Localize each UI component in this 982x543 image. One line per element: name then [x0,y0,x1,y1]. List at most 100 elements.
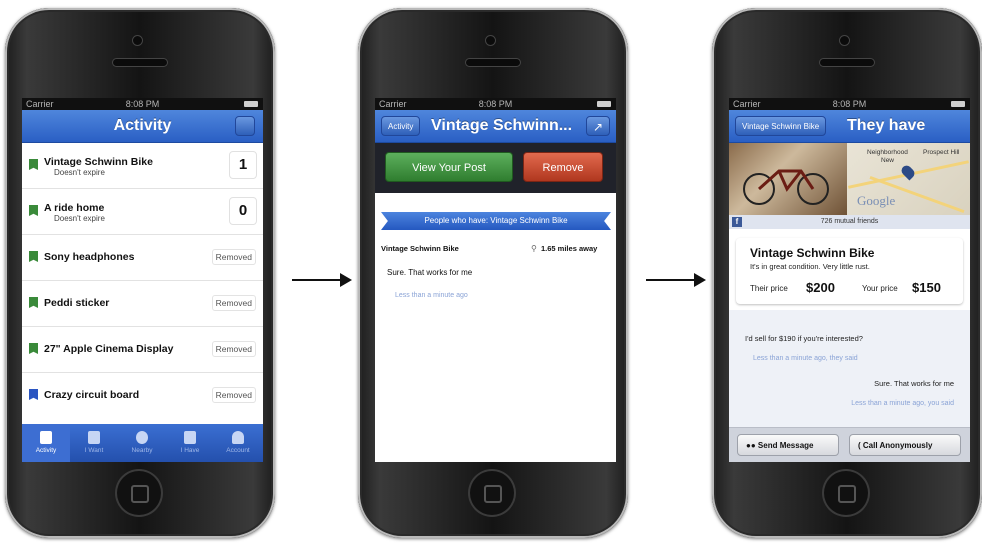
item-card: Vintage Schwinn Bike It's in great condi… [736,238,963,304]
removed-badge: Removed [211,295,256,311]
message-thread: I'd sell for $190 if you're interested? … [729,310,970,428]
tab-i-have[interactable]: I Have [166,424,214,462]
item-count: 0 [229,197,257,225]
front-camera [486,36,495,45]
nav-bar: Activity [22,110,263,143]
compose-button[interactable] [235,116,255,136]
message-text[interactable]: Sure. That works for me [387,268,472,277]
list-item[interactable]: 27" Apple Cinema Display Removed [22,327,263,373]
send-message-button[interactable]: ●● Send Message [737,434,839,456]
photo-strip: Neighborhood New Prospect Hill Google [729,143,970,215]
phone-3: Carrier 8:08 PM Vintage Schwinn Bike The… [712,8,982,538]
item-name: Peddi sticker [44,297,110,309]
bike-photo[interactable] [729,143,847,215]
status-time: 8:08 PM [832,99,867,109]
tab-label: I Want [84,447,104,454]
flag-icon [29,159,38,170]
list-item[interactable]: Peddi sticker Removed [22,281,263,327]
tab-label: I Have [180,447,200,454]
people-ribbon: People who have: Vintage Schwinn Bike [381,212,611,230]
list-item[interactable]: Vintage Schwinn Bike Doesn't expire 1 [22,143,263,189]
removed-badge: Removed [211,249,256,265]
flow-arrow-2 [646,273,706,287]
tab-nearby[interactable]: Nearby [118,424,166,462]
tag-icon [184,431,196,444]
bicycle-icon [743,169,829,205]
your-price-label: Your price [862,284,898,293]
item-name: Vintage Schwinn Bike [44,156,153,168]
flag-icon [29,205,38,216]
back-button[interactable]: Vintage Schwinn Bike [735,116,827,136]
item-name: A ride home [44,202,105,214]
map-thumbnail[interactable]: Neighborhood New Prospect Hill Google [847,143,970,215]
home-button[interactable] [824,471,868,515]
status-time: 8:08 PM [125,99,160,109]
offer-screen: Carrier 8:08 PM Vintage Schwinn Bike The… [729,98,970,462]
page-title: Activity [113,117,172,134]
nav-bar: Activity Vintage Schwinn... ↗ [375,110,616,143]
speaker-grille [466,59,520,66]
map-label: Prospect Hill [923,149,960,156]
tab-activity[interactable]: Activity [22,424,70,462]
front-camera [133,36,142,45]
chat-icon: ●● [746,441,756,450]
map-label: Neighborhood [867,149,908,156]
call-label: Call Anonymously [862,441,933,450]
message-timestamp: Less than a minute ago, you said [851,400,954,407]
activity-list: Vintage Schwinn Bike Doesn't expire 1 A … [22,143,263,424]
their-price-label: Their price [750,284,788,293]
tab-label: Activity [35,447,57,454]
removed-badge: Removed [211,341,256,357]
tab-account[interactable]: Account [214,424,262,462]
call-anonymously-button[interactable]: ( Call Anonymously [849,434,961,456]
page-title: Vintage Schwinn... [431,117,573,134]
home-button[interactable] [470,471,514,515]
message-text[interactable]: I'd sell for $190 if you're interested? [745,334,863,343]
list-item[interactable]: A ride home Doesn't expire 0 [22,189,263,235]
item-name: 27" Apple Cinema Display [44,343,174,355]
list-item[interactable]: Crazy circuit board Removed [22,373,263,418]
send-message-label: Send Message [757,441,814,450]
flag-icon [29,297,38,308]
nav-bar: Vintage Schwinn Bike They have [729,110,970,143]
action-row: View Your Post Remove [375,143,616,193]
location-icon: ⚲ [531,244,537,253]
battery-icon [244,101,258,107]
mutual-friends-bar: f 726 mutual friends [729,215,970,229]
front-camera [840,36,849,45]
list-item[interactable]: Sony headphones Removed [22,235,263,281]
their-price: $200 [806,280,835,295]
mutual-friends-count: 726 mutual friends [820,218,879,225]
share-button[interactable]: ↗ [586,116,610,136]
lock-icon [29,389,38,400]
phone-1: Carrier 8:08 PM Activity Vintage Schwinn… [5,8,275,538]
item-name: Vintage Schwinn Bike [381,244,459,253]
tab-label: Nearby [131,447,153,454]
google-logo: Google [857,193,896,208]
item-description: It's in great condition. Very little rus… [750,262,870,271]
item-count: 1 [229,151,257,179]
flag-icon [29,343,38,354]
status-bar: Carrier 8:08 PM [22,98,263,110]
view-post-button[interactable]: View Your Post [385,152,513,182]
flag-icon [29,251,38,262]
flow-arrow-1 [292,273,352,287]
map-label: New [881,157,895,164]
home-button[interactable] [117,471,161,515]
tab-i-want[interactable]: I Want [70,424,118,462]
status-bar: Carrier 8:08 PM [375,98,616,110]
speaker-grille [113,59,167,66]
action-bar: ●● Send Message ( Call Anonymously [729,427,970,462]
share-icon: ↗ [592,120,604,134]
activity-screen: Carrier 8:08 PM Activity Vintage Schwinn… [22,98,263,462]
back-button[interactable]: Activity [381,116,421,136]
item-title: Vintage Schwinn Bike [750,246,875,260]
phone-icon: ( [858,441,861,450]
distance-label: 1.65 miles away [541,244,598,253]
item-expiry: Doesn't expire [54,168,105,177]
status-time: 8:08 PM [478,99,513,109]
item-name: Crazy circuit board [44,389,140,401]
remove-button[interactable]: Remove [523,152,603,182]
message-text[interactable]: Sure. That works for me [874,379,954,388]
item-expiry: Doesn't expire [54,214,105,223]
